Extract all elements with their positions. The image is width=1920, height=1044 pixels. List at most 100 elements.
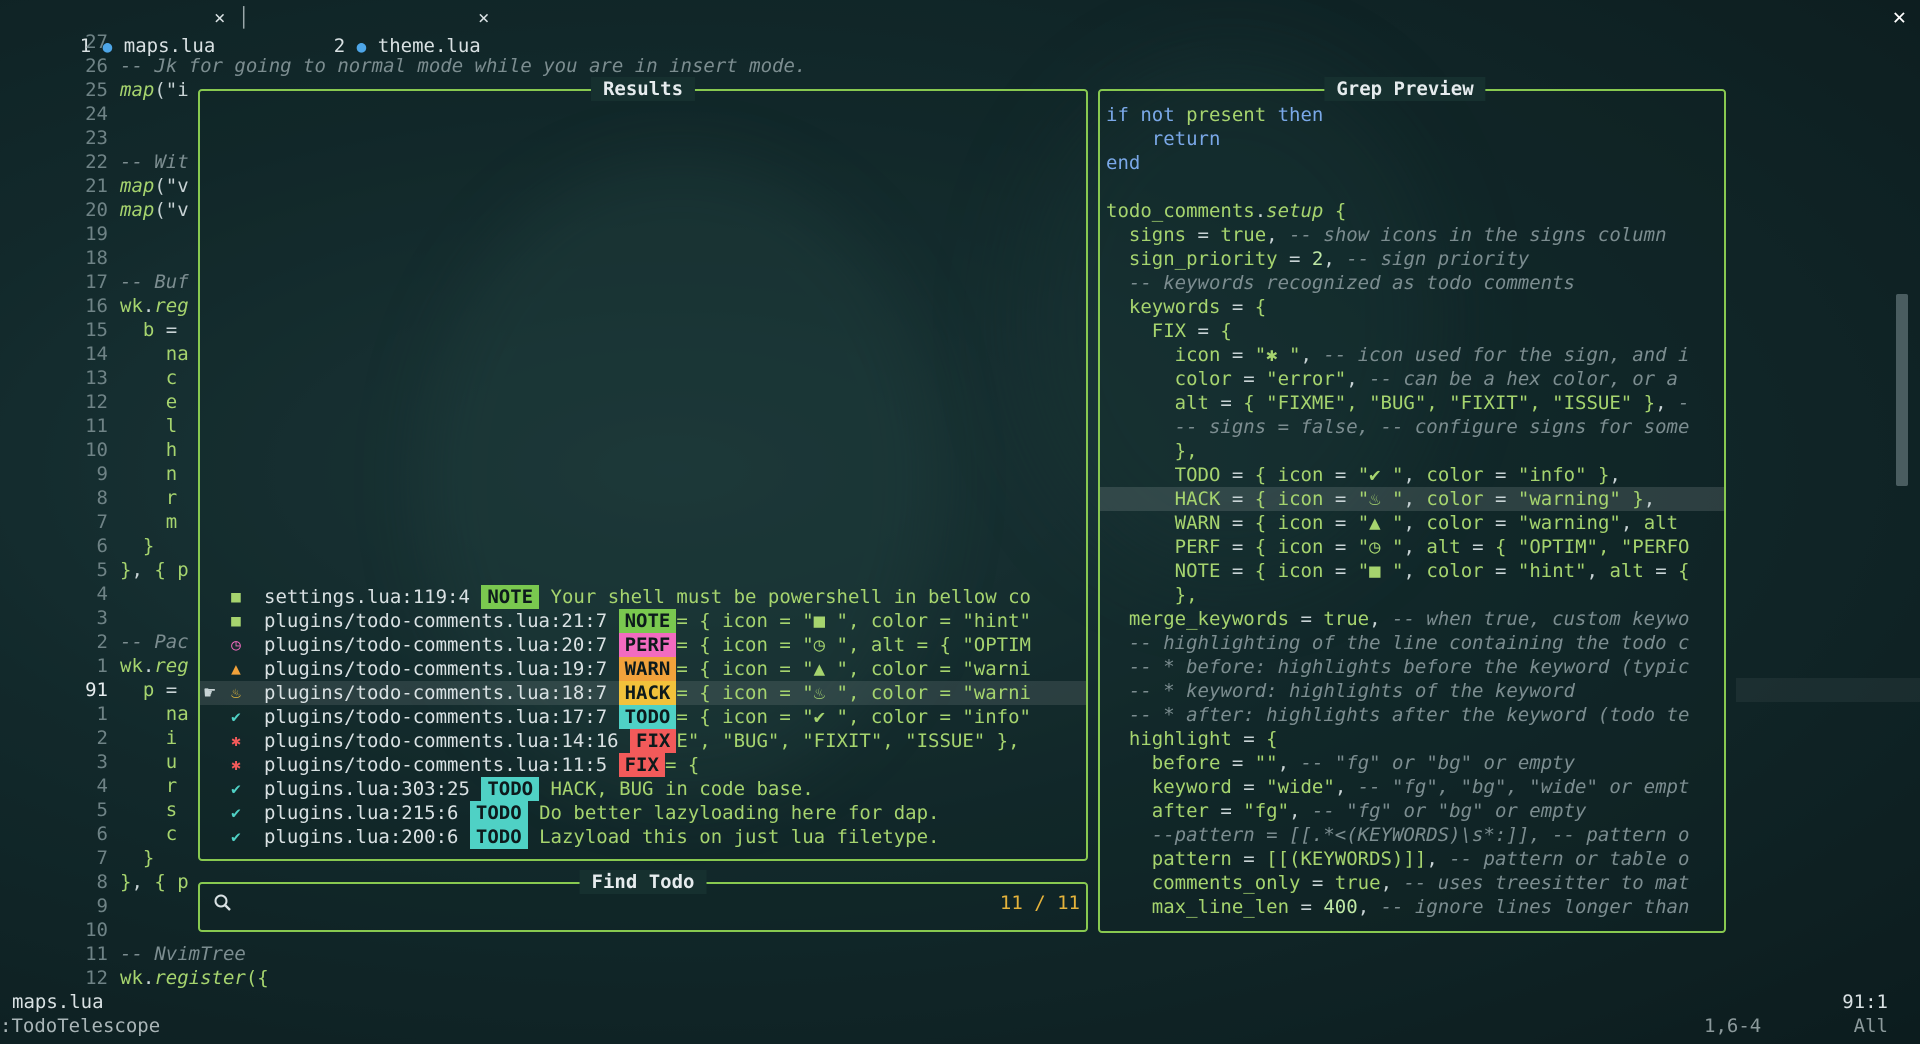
line-number: 10 bbox=[85, 439, 108, 461]
line-code: -- NvimTree bbox=[120, 943, 246, 965]
preview-line: sign_priority = 2, -- sign priority bbox=[1106, 248, 1530, 270]
line-number: 7 bbox=[96, 847, 108, 869]
result-path: plugins/todo-comments.lua:11:5 bbox=[264, 754, 619, 776]
line-number: 4 bbox=[96, 583, 108, 605]
status-filename: maps.lua bbox=[12, 991, 104, 1013]
preview-line: before = "", -- "fg" or "bg" or empty bbox=[1106, 752, 1576, 774]
result-path: settings.lua:119:4 bbox=[264, 586, 482, 608]
preview-line: merge_keywords = true, -- when true, cus… bbox=[1106, 608, 1690, 630]
preview-line: WARN = { icon = "▲ ", color = "warning",… bbox=[1106, 512, 1679, 534]
note-icon: ■ bbox=[231, 611, 241, 630]
preview-line: FIX = { bbox=[1106, 320, 1232, 342]
preview-line: alt = { "FIXME", "BUG", "FIXIT", "ISSUE"… bbox=[1106, 392, 1690, 414]
preview-highlighted-line: HACK = { icon = "♨ ", color = "warning" … bbox=[1100, 487, 1724, 511]
result-item[interactable]: ✔ plugins.lua:215:6 TODO Do better lazylo… bbox=[200, 801, 1086, 825]
result-path: plugins.lua:200:6 bbox=[264, 826, 470, 848]
result-path: plugins/todo-comments.lua:17:7 bbox=[264, 706, 619, 728]
editor-line[interactable]: 11 -- NvimTree bbox=[0, 942, 1920, 966]
line-code: -- Buf bbox=[120, 271, 189, 293]
line-number: 18 bbox=[85, 247, 108, 269]
keyword-tag: TODO bbox=[481, 777, 540, 801]
line-number: 10 bbox=[85, 919, 108, 941]
line-code: n bbox=[120, 463, 178, 485]
line-code: p = bbox=[120, 679, 178, 701]
todo-icon: ✔ bbox=[231, 827, 241, 846]
fix-icon: ✱ bbox=[231, 755, 241, 774]
todo-icon: ✔ bbox=[231, 707, 241, 726]
keyword-tag: PERF bbox=[618, 633, 677, 657]
line-number: 2 bbox=[96, 727, 108, 749]
editor-line[interactable]: 27 bbox=[0, 30, 1920, 54]
keyword-tag: TODO bbox=[469, 825, 528, 849]
preview-line: PERF = { icon = "◷ ", alt = { "OPTIM", "… bbox=[1106, 536, 1690, 558]
line-number: 19 bbox=[85, 223, 108, 245]
line-code: e bbox=[120, 391, 178, 413]
line-code: map("i bbox=[120, 79, 189, 101]
line-number: 14 bbox=[85, 343, 108, 365]
line-code: b = bbox=[120, 319, 178, 341]
result-item[interactable]: ☛ ♨ plugins/todo-comments.lua:18:7 HACK = {… bbox=[200, 681, 1086, 705]
line-number: 4 bbox=[96, 775, 108, 797]
scroll-position: All bbox=[1853, 1015, 1888, 1037]
line-code: r bbox=[120, 487, 178, 509]
line-number: 5 bbox=[96, 799, 108, 821]
result-text: = { bbox=[664, 754, 700, 776]
result-item[interactable]: ▲ plugins/todo-comments.lua:19:7 WARN = { … bbox=[200, 657, 1086, 681]
result-path: plugins/todo-comments.lua:14:16 bbox=[264, 730, 631, 752]
editor-line[interactable]: 12 wk.register({ bbox=[0, 966, 1920, 990]
line-number: 12 bbox=[85, 967, 108, 989]
tab-close-button[interactable]: × bbox=[478, 4, 489, 32]
line-number: 11 bbox=[85, 943, 108, 965]
line-number: 2 bbox=[96, 631, 108, 653]
keyword-tag: TODO bbox=[469, 801, 528, 825]
line-number: 6 bbox=[96, 823, 108, 845]
preview-line: -- keywords recognized as todo comments bbox=[1106, 272, 1575, 294]
result-text: Your shell must be powershell in bellow … bbox=[539, 586, 1031, 608]
result-text: = { icon = "■ ", color = "hint" bbox=[676, 610, 1031, 632]
line-code: na bbox=[120, 343, 189, 365]
line-code: m bbox=[120, 511, 178, 533]
command-line[interactable]: :TodoTelescope bbox=[0, 1014, 160, 1038]
line-code: map("v bbox=[120, 199, 189, 221]
preview-line: highlight = { bbox=[1106, 728, 1278, 750]
preview-line: todo_comments.setup { bbox=[1106, 200, 1347, 222]
line-number: 3 bbox=[96, 751, 108, 773]
line-number: 25 bbox=[85, 79, 108, 101]
result-item[interactable]: ◷ plugins/todo-comments.lua:20:7 PERF = { … bbox=[200, 633, 1086, 657]
line-code: }, { p bbox=[120, 559, 189, 581]
cursorline bbox=[1736, 678, 1920, 702]
todo-icon: ✔ bbox=[231, 803, 241, 822]
preview-line: -- * keyword: highlights of the keyword bbox=[1106, 680, 1575, 702]
result-item[interactable]: ✔ plugins/todo-comments.lua:17:7 TODO = { … bbox=[200, 705, 1086, 729]
result-counter: 11 / 11 bbox=[999, 892, 1080, 914]
result-text: HACK, BUG in code base. bbox=[539, 778, 814, 800]
result-item[interactable]: ■ settings.lua:119:4 NOTE Your shell must… bbox=[200, 585, 1086, 609]
fix-icon: ✱ bbox=[231, 731, 241, 750]
line-number: 21 bbox=[85, 175, 108, 197]
result-item[interactable]: ✱ plugins/todo-comments.lua:14:16 FIX E", … bbox=[200, 729, 1086, 753]
close-icon[interactable]: ✕ bbox=[1893, 4, 1906, 32]
tab-close-button[interactable]: × bbox=[214, 4, 225, 32]
result-item[interactable]: ✱ plugins/todo-comments.lua:11:5 FIX = { bbox=[200, 753, 1086, 777]
scrollbar[interactable] bbox=[1896, 294, 1908, 486]
result-path: plugins.lua:303:25 bbox=[264, 778, 482, 800]
preview-line: -- highlighting of the line containing t… bbox=[1106, 632, 1690, 654]
preview-line: color = "error", -- can be a hex color, … bbox=[1106, 368, 1678, 390]
result-item[interactable]: ■ plugins/todo-comments.lua:21:7 NOTE = { … bbox=[200, 609, 1086, 633]
result-item[interactable]: ✔ plugins.lua:200:6 TODO Lazyload this on… bbox=[200, 825, 1086, 849]
line-number: 91 bbox=[85, 679, 108, 701]
line-code: } bbox=[120, 535, 155, 557]
line-number: 9 bbox=[96, 463, 108, 485]
preview-line: keyword = "wide", -- "fg", "bg", "wide" … bbox=[1106, 776, 1690, 798]
result-item[interactable]: ✔ plugins.lua:303:25 TODO HACK, BUG in co… bbox=[200, 777, 1086, 801]
todo-icon: ✔ bbox=[231, 779, 241, 798]
keyword-tag: NOTE bbox=[481, 585, 540, 609]
line-number: 6 bbox=[96, 535, 108, 557]
line-number: 8 bbox=[96, 871, 108, 893]
editor-line[interactable]: 26 -- Jk for going to normal mode while y… bbox=[0, 54, 1920, 78]
preview-line: -- * after: highlights after the keyword… bbox=[1106, 704, 1690, 726]
line-code: s bbox=[120, 799, 178, 821]
preview-line: --pattern = [[.*<(KEYWORDS)\s*:]], -- pa… bbox=[1106, 824, 1690, 846]
result-text: E", "BUG", "FIXIT", "ISSUE" }, bbox=[676, 730, 1020, 752]
keyword-tag: TODO bbox=[618, 705, 677, 729]
